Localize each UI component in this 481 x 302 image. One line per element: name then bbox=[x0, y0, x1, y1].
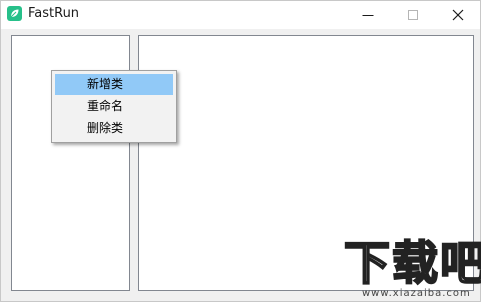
window-title: FastRun bbox=[28, 6, 80, 21]
watermark-text: 下载吧 bbox=[343, 236, 481, 290]
context-menu: 新增类 重命名 删除类 bbox=[51, 70, 177, 143]
minimize-icon bbox=[362, 15, 374, 16]
close-icon bbox=[452, 9, 464, 21]
menu-item-add-category[interactable]: 新增类 bbox=[55, 74, 173, 95]
menu-item-label: 删除类 bbox=[87, 121, 124, 135]
menu-item-rename[interactable]: 重命名 bbox=[55, 96, 173, 117]
leaf-icon bbox=[7, 6, 22, 21]
close-button[interactable] bbox=[435, 1, 481, 29]
maximize-icon bbox=[408, 10, 418, 20]
maximize-button[interactable] bbox=[390, 1, 436, 29]
title-bar[interactable]: FastRun bbox=[1, 1, 480, 29]
minimize-button[interactable] bbox=[345, 1, 391, 29]
menu-item-label: 重命名 bbox=[87, 99, 124, 113]
menu-item-label: 新增类 bbox=[87, 77, 124, 91]
watermark-url: www.xiazaiba.com bbox=[362, 288, 471, 299]
watermark-logo: 下载吧 www.xiazaiba.com bbox=[340, 236, 481, 302]
menu-item-delete-category[interactable]: 删除类 bbox=[55, 118, 173, 139]
